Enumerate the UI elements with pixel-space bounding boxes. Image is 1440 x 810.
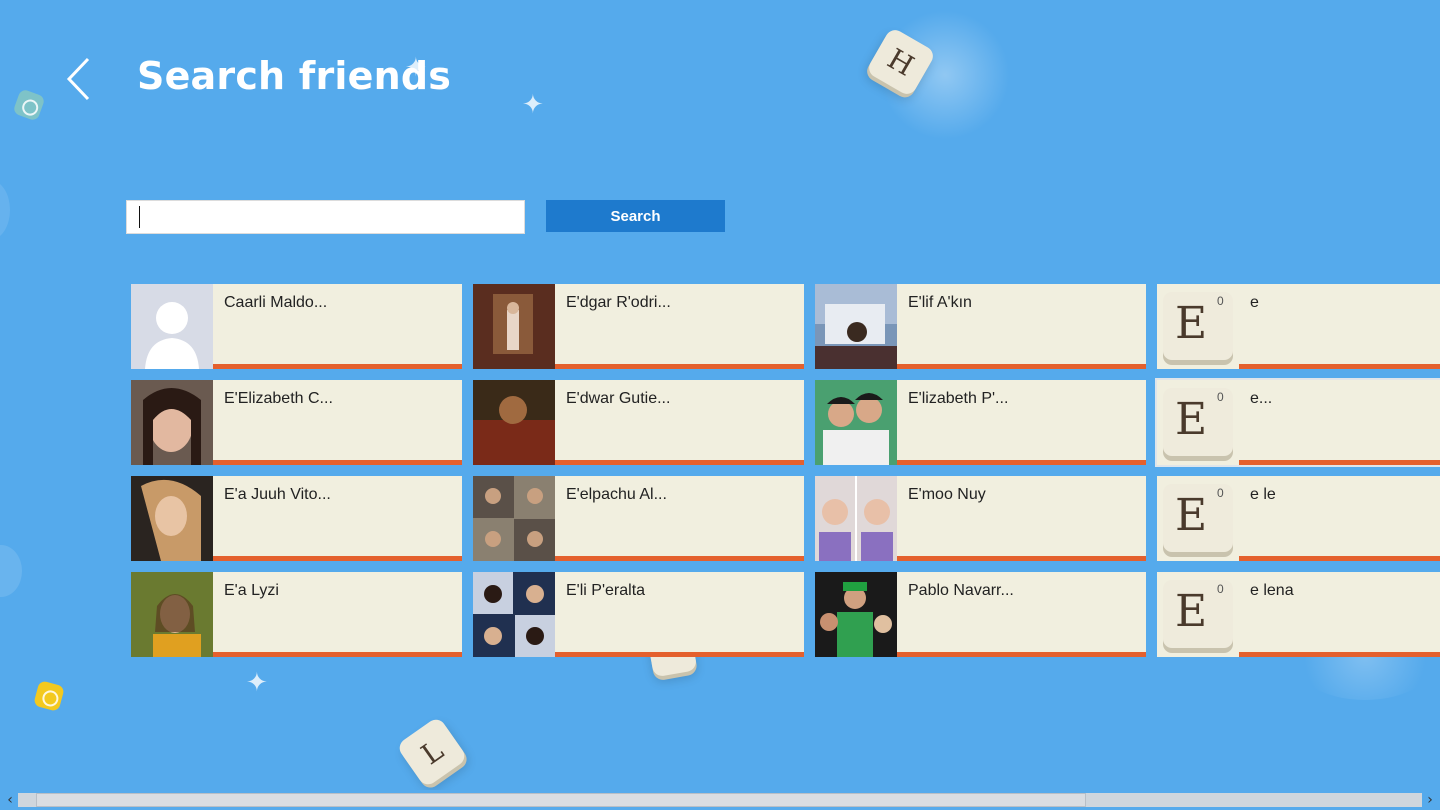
letter-tile-avatar: E 0 <box>1157 284 1239 369</box>
friend-card[interactable]: E 0 e le <box>1157 476 1440 561</box>
search-input[interactable] <box>126 200 525 234</box>
friend-card[interactable]: E'a Juuh Vito... <box>131 476 462 561</box>
profile-photo <box>815 380 897 465</box>
friend-name: E'dgar R'odri... <box>566 294 671 311</box>
friend-card[interactable]: E'dgar R'odri... <box>473 284 804 369</box>
scroll-left-icon[interactable]: ‹ <box>2 792 18 808</box>
friend-card[interactable]: E'a Lyzi <box>131 572 462 657</box>
friend-name: e... <box>1250 390 1273 407</box>
scroll-right-icon[interactable]: › <box>1422 792 1438 808</box>
friend-card[interactable]: E 0 e <box>1157 284 1440 369</box>
friend-card[interactable]: E'li P'eralta <box>473 572 804 657</box>
friends-grid: Caarli Maldo... E'dgar R'odri... E'lif A… <box>131 284 1440 657</box>
avatar <box>473 380 555 465</box>
avatar <box>815 284 897 369</box>
background-bubble <box>0 545 22 597</box>
avatar <box>131 284 213 369</box>
friend-name: E'elpachu Al... <box>566 486 667 503</box>
friend-name: E'dwar Gutie... <box>566 390 671 407</box>
profile-photo <box>473 572 555 657</box>
avatar <box>473 476 555 561</box>
letter-tile-avatar: E 0 <box>1157 572 1239 657</box>
profile-photo <box>815 476 897 561</box>
text-caret <box>139 206 140 228</box>
avatar <box>473 572 555 657</box>
profile-photo <box>473 380 555 465</box>
avatar <box>473 284 555 369</box>
background-letter-tile: L <box>395 715 469 789</box>
letter-tile-avatar: E 0 <box>1157 476 1239 561</box>
avatar <box>131 476 213 561</box>
friend-name: E'Elizabeth C... <box>224 390 333 407</box>
friend-name: Caarli Maldo... <box>224 294 328 311</box>
profile-photo <box>473 284 555 369</box>
friend-name: E'a Lyzi <box>224 582 279 599</box>
avatar <box>131 572 213 657</box>
friend-name: E'a Juuh Vito... <box>224 486 331 503</box>
profile-photo <box>815 572 897 657</box>
sparkle-icon: ✦ <box>522 90 544 120</box>
friend-card[interactable]: E 0 e lena <box>1157 572 1440 657</box>
profile-photo <box>815 284 897 369</box>
sparkle-icon: ✦ <box>246 668 268 698</box>
avatar <box>815 380 897 465</box>
friend-name: E'moo Nuy <box>908 486 986 503</box>
friend-name: e le <box>1250 486 1276 503</box>
profile-photo <box>131 572 213 657</box>
chevron-left-icon <box>66 57 90 101</box>
friend-card[interactable]: E'elpachu Al... <box>473 476 804 561</box>
scroll-thumb[interactable] <box>36 793 1086 807</box>
friend-name: e lena <box>1250 582 1294 599</box>
friend-card[interactable]: E'lizabeth P'... <box>815 380 1146 465</box>
friend-card[interactable]: Caarli Maldo... <box>131 284 462 369</box>
search-button[interactable]: Search <box>546 200 725 232</box>
friend-card[interactable]: E'moo Nuy <box>815 476 1146 561</box>
gem-icon <box>33 680 65 712</box>
avatar <box>815 572 897 657</box>
background-bubble <box>0 180 10 240</box>
letter-tile: E 0 <box>1163 388 1233 456</box>
friend-name: E'lif A'kın <box>908 294 972 311</box>
background-letter-tile: H <box>865 26 937 98</box>
profile-photo <box>473 476 555 561</box>
friend-card[interactable]: E'lif A'kın <box>815 284 1146 369</box>
friend-card[interactable]: E'Elizabeth C... <box>131 380 462 465</box>
letter-tile-avatar: E 0 <box>1157 380 1239 465</box>
friend-name: e <box>1250 294 1259 311</box>
letter-tile: E 0 <box>1163 580 1233 648</box>
friend-card[interactable]: E'dwar Gutie... <box>473 380 804 465</box>
avatar <box>131 380 213 465</box>
horizontal-scrollbar[interactable]: ‹ › <box>0 790 1440 810</box>
gem-icon <box>12 88 46 122</box>
letter-tile: E 0 <box>1163 484 1233 552</box>
friend-name: Pablo Navarr... <box>908 582 1014 599</box>
default-avatar-icon <box>131 284 213 369</box>
friend-name: E'li P'eralta <box>566 582 646 599</box>
profile-photo <box>131 476 213 561</box>
avatar <box>815 476 897 561</box>
letter-tile: E 0 <box>1163 292 1233 360</box>
profile-photo <box>131 380 213 465</box>
friend-card[interactable]: Pablo Navarr... <box>815 572 1146 657</box>
friend-name: E'lizabeth P'... <box>908 390 1009 407</box>
back-button[interactable] <box>60 56 100 102</box>
page-title: Search friends <box>137 54 452 98</box>
friend-card[interactable]: E 0 e... <box>1155 378 1440 467</box>
